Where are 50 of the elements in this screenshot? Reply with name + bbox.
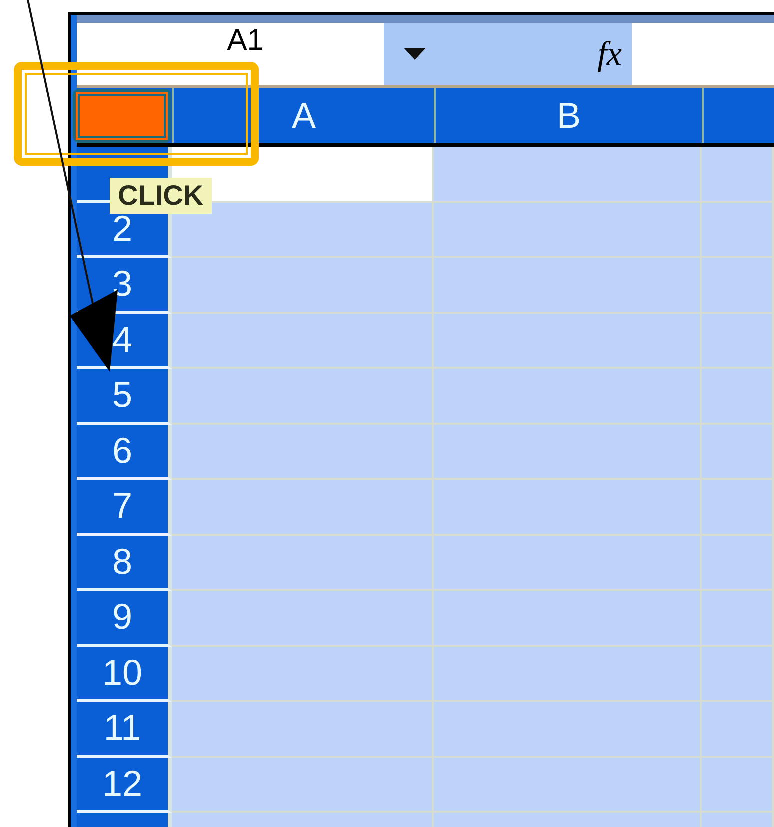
cell[interactable] <box>172 424 434 480</box>
row-header[interactable]: 12 <box>77 758 172 813</box>
row-header[interactable]: 11 <box>77 702 172 758</box>
select-all-button[interactable] <box>72 88 170 142</box>
cell[interactable] <box>702 369 774 424</box>
cell[interactable] <box>434 536 702 591</box>
cell[interactable] <box>434 147 702 202</box>
cell[interactable] <box>172 314 434 369</box>
row-header[interactable]: 9 <box>77 591 172 646</box>
cell[interactable] <box>702 591 774 646</box>
cell[interactable] <box>702 202 774 258</box>
cell[interactable] <box>434 591 702 646</box>
cell[interactable] <box>434 758 702 813</box>
cell[interactable] <box>172 591 434 646</box>
cell[interactable] <box>434 646 702 702</box>
cell[interactable] <box>172 258 434 314</box>
name-box[interactable]: A1 <box>77 23 384 85</box>
cell[interactable] <box>434 480 702 536</box>
row-header[interactable]: 7 <box>77 480 172 536</box>
dropdown-caret-icon[interactable] <box>404 48 426 60</box>
cell[interactable] <box>172 480 434 536</box>
cell[interactable] <box>434 424 702 480</box>
cell[interactable] <box>434 702 702 758</box>
cell[interactable] <box>434 258 702 314</box>
row-header[interactable]: 6 <box>77 424 172 480</box>
cell[interactable] <box>702 536 774 591</box>
cell[interactable] <box>172 536 434 591</box>
formula-input[interactable] <box>632 23 774 85</box>
column-header[interactable]: B <box>434 88 702 143</box>
click-tooltip: CLICK <box>110 178 212 214</box>
row-header[interactable]: 10 <box>77 646 172 702</box>
cell[interactable] <box>434 202 702 258</box>
cell[interactable] <box>172 702 434 758</box>
row-header[interactable]: 5 <box>77 369 172 424</box>
cell[interactable] <box>702 314 774 369</box>
cell[interactable] <box>702 646 774 702</box>
cell[interactable] <box>702 758 774 813</box>
cell[interactable] <box>702 258 774 314</box>
cell[interactable] <box>434 369 702 424</box>
insert-function-label[interactable]: fx <box>597 28 622 80</box>
row-header[interactable]: 8 <box>77 536 172 591</box>
cell[interactable] <box>702 147 774 202</box>
cell[interactable] <box>434 314 702 369</box>
cell[interactable] <box>172 646 434 702</box>
cell[interactable] <box>702 702 774 758</box>
column-header[interactable]: A <box>172 88 434 143</box>
cell[interactable] <box>172 758 434 813</box>
cell[interactable] <box>702 424 774 480</box>
cell[interactable] <box>172 369 434 424</box>
cell[interactable] <box>702 480 774 536</box>
